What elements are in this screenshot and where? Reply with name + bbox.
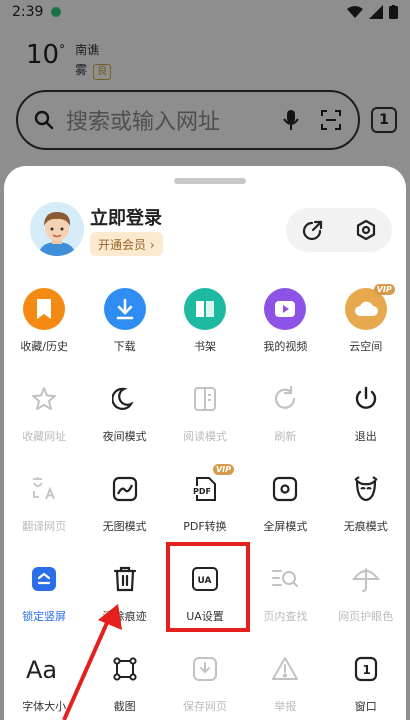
menu-item-label: 退出: [354, 430, 377, 443]
lock-portrait-icon: [23, 558, 65, 600]
window-icon: 1: [345, 648, 387, 690]
menu-item-power[interactable]: 退出: [326, 366, 406, 456]
menu-item-bookmark[interactable]: 收藏/历史: [4, 276, 84, 366]
menu-item-label: 窗口: [354, 700, 377, 713]
menu-item-window[interactable]: 1 窗口: [326, 636, 406, 720]
drag-handle[interactable]: [174, 178, 246, 184]
bookshelf-icon: [183, 288, 226, 330]
svg-text:1: 1: [362, 663, 370, 677]
video-icon: [264, 288, 307, 330]
menu-item-download[interactable]: 下载: [84, 276, 164, 366]
menu-item-label: 收藏/历史: [20, 340, 69, 353]
sheet-top-actions: [286, 208, 392, 252]
menu-item-save-page[interactable]: 保存网页: [165, 636, 245, 720]
menu-item-label: 夜间模式: [102, 430, 147, 443]
svg-text:PDF: PDF: [193, 487, 211, 496]
pdf-icon: PDF VIP: [184, 464, 234, 510]
menu-item-find-in-page[interactable]: 页内查找: [245, 546, 325, 636]
no-image-icon: [104, 468, 146, 510]
refresh-icon: [264, 378, 306, 420]
menu-item-fullscreen[interactable]: 全屏模式: [245, 456, 325, 546]
menu-item-label: 网页护眼色: [338, 610, 394, 623]
menu-item-label: 页内查找: [263, 610, 308, 623]
menu-item-umbrella[interactable]: 网页护眼色: [326, 546, 406, 636]
menu-item-label: 阅读模式: [182, 430, 227, 443]
vip-badge: VIP: [212, 464, 234, 475]
share-icon[interactable]: [298, 215, 328, 245]
menu-item-star[interactable]: 收藏网址: [4, 366, 84, 456]
menu-item-no-image[interactable]: 无图模式: [84, 456, 164, 546]
menu-item-label: 翻译网页: [22, 520, 67, 533]
menu-item-moon[interactable]: 夜间模式: [84, 366, 164, 456]
report-icon: [264, 648, 306, 690]
bookmark-icon: [23, 288, 66, 330]
umbrella-icon: [345, 558, 387, 600]
cloud-icon: VIP: [344, 284, 395, 330]
trash-icon: [104, 558, 146, 600]
find-in-page-icon: [264, 558, 306, 600]
menu-item-reader[interactable]: 阅读模式: [165, 366, 245, 456]
menu-item-label: 举报: [274, 700, 297, 713]
menu-item-refresh[interactable]: 刷新: [245, 366, 325, 456]
menu-item-label: PDF转换: [183, 520, 227, 533]
translate-icon: [23, 468, 65, 510]
avatar[interactable]: [30, 202, 84, 256]
reader-icon: [184, 378, 226, 420]
menu-item-label: 收藏网址: [22, 430, 67, 443]
save-page-icon: [184, 648, 226, 690]
pointer-arrow-icon: [62, 604, 122, 720]
menu-item-label: 无图模式: [102, 520, 147, 533]
menu-item-label: 云空间: [349, 340, 383, 353]
vip-badge: VIP: [373, 284, 395, 295]
vip-membership-button[interactable]: 开通会员 ›: [90, 232, 163, 256]
menu-item-video[interactable]: 我的视频: [245, 276, 325, 366]
menu-item-incognito[interactable]: 无痕模式: [326, 456, 406, 546]
menu-item-report[interactable]: 举报: [245, 636, 325, 720]
svg-text:Aa: Aa: [26, 656, 57, 682]
menu-item-label: 我的视频: [263, 340, 308, 353]
menu-item-label: 无痕模式: [343, 520, 388, 533]
menu-item-bookshelf[interactable]: 书架: [165, 276, 245, 366]
download-icon: [103, 288, 146, 330]
menu-item-label: 全屏模式: [263, 520, 308, 533]
fullscreen-icon: [264, 468, 306, 510]
menu-item-label: 下载: [113, 340, 136, 353]
menu-item-pdf[interactable]: PDF VIP PDF转换: [165, 456, 245, 546]
login-link[interactable]: 立即登录: [90, 204, 162, 230]
menu-item-translate[interactable]: 翻译网页: [4, 456, 84, 546]
moon-icon: [104, 378, 146, 420]
star-icon: [23, 378, 65, 420]
settings-icon[interactable]: [351, 215, 381, 245]
menu-item-label: 书架: [193, 340, 216, 353]
power-icon: [345, 378, 387, 420]
highlight-box: [166, 542, 250, 632]
menu-item-label: 保存网页: [182, 700, 227, 713]
incognito-icon: [345, 468, 387, 510]
menu-item-cloud[interactable]: VIP 云空间: [326, 276, 406, 366]
menu-item-label: 刷新: [274, 430, 297, 443]
